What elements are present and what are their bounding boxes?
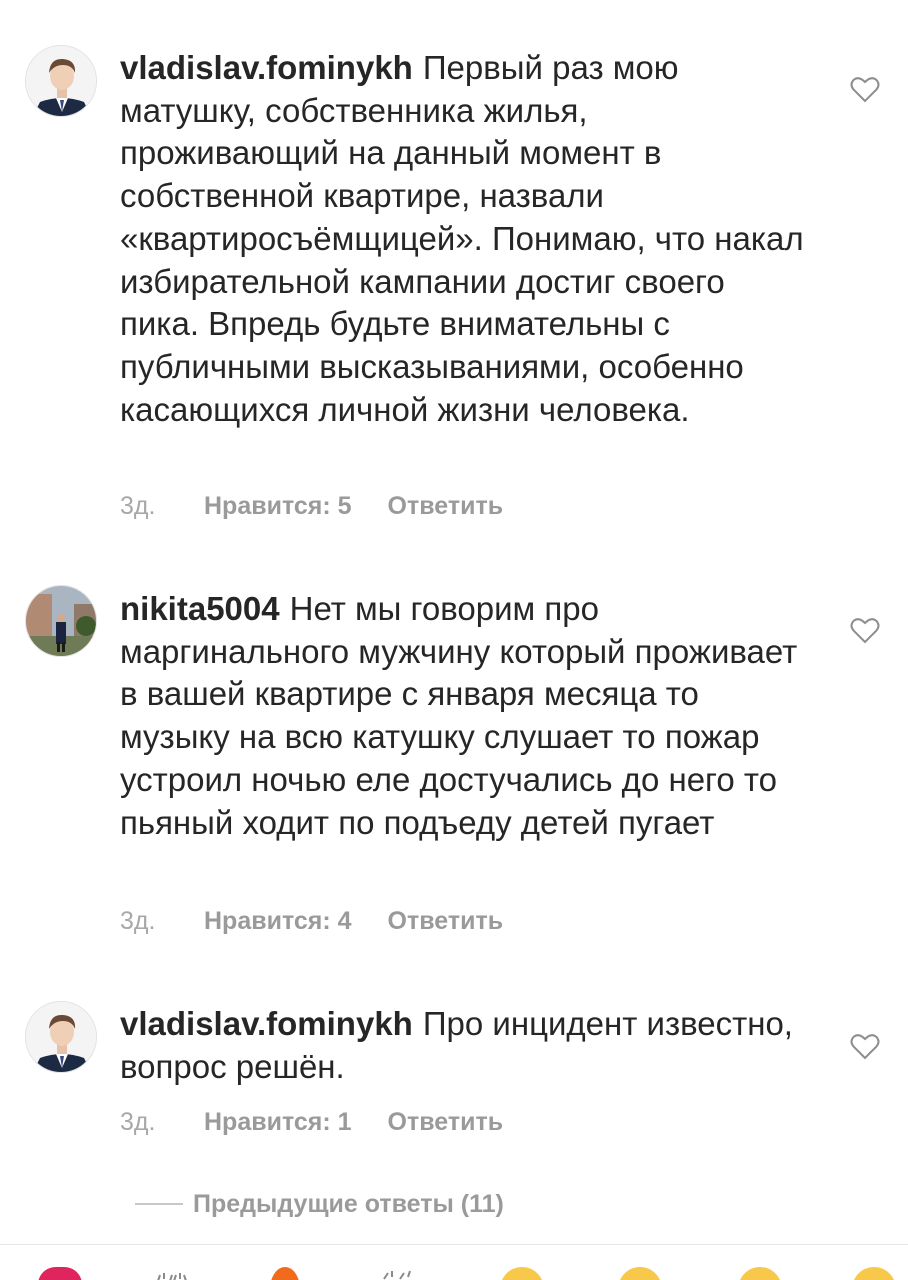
username-link[interactable]: nikita5004 [120,590,280,627]
avatar-person-outdoors-image [26,586,96,656]
comment-body: vladislav.fominykh Про инцидент известно,… [120,1003,810,1088]
reply-button[interactable]: Ответить [388,491,504,521]
emoji-reaction-bar [0,1245,908,1280]
likes-count[interactable]: Нравится: 4 [204,906,352,936]
comment-text: Первый раз мою матушку, собственника жил… [120,49,804,428]
fire-emoji-icon[interactable] [270,1267,300,1280]
replies-divider-line [135,1203,183,1205]
reply-button[interactable]: Ответить [388,906,504,936]
heart-outline-icon[interactable] [850,616,880,644]
likes-count[interactable]: Нравится: 1 [204,1107,352,1137]
comment-meta: 3д. Нравится: 5 Ответить [120,491,503,521]
comment-body: vladislav.fominykh Первый раз мою матушку… [120,47,810,431]
username-link[interactable]: vladislav.fominykh [120,1005,413,1042]
crying-face-emoji-icon[interactable] [500,1267,544,1280]
heart-outline-icon[interactable] [850,1032,880,1060]
comment-meta: 3д. Нравится: 1 Ответить [120,1107,503,1137]
avatar-man-in-suit-image [26,1002,96,1072]
clapping-hands-emoji-icon[interactable] [378,1267,422,1280]
raised-hands-emoji-icon[interactable] [150,1267,194,1280]
timestamp: 3д. [120,1108,156,1136]
previous-replies-button[interactable]: Предыдущие ответы (11) [135,1188,504,1220]
username-link[interactable]: vladislav.fominykh [120,49,413,86]
previous-replies-label: Предыдущие ответы (11) [193,1189,504,1218]
avatar[interactable] [25,45,97,117]
red-heart-emoji-icon[interactable] [38,1267,82,1280]
avatar-man-in-suit-image [26,46,96,116]
comment-body: nikita5004 Нет мы говорим про маргинально… [120,588,810,844]
timestamp: 3д. [120,492,156,520]
likes-count[interactable]: Нравится: 5 [204,491,352,521]
heart-outline-icon[interactable] [850,75,880,103]
laughing-face-emoji-icon[interactable] [852,1267,896,1280]
surprised-face-emoji-icon[interactable] [738,1267,782,1280]
timestamp: 3д. [120,907,156,935]
avatar[interactable] [25,585,97,657]
comment-meta: 3д. Нравится: 4 Ответить [120,906,503,936]
heart-eyes-face-emoji-icon[interactable] [618,1267,662,1280]
avatar[interactable] [25,1001,97,1073]
reply-button[interactable]: Ответить [388,1107,504,1137]
comment-text: Нет мы говорим про маргинального мужчину… [120,590,798,841]
